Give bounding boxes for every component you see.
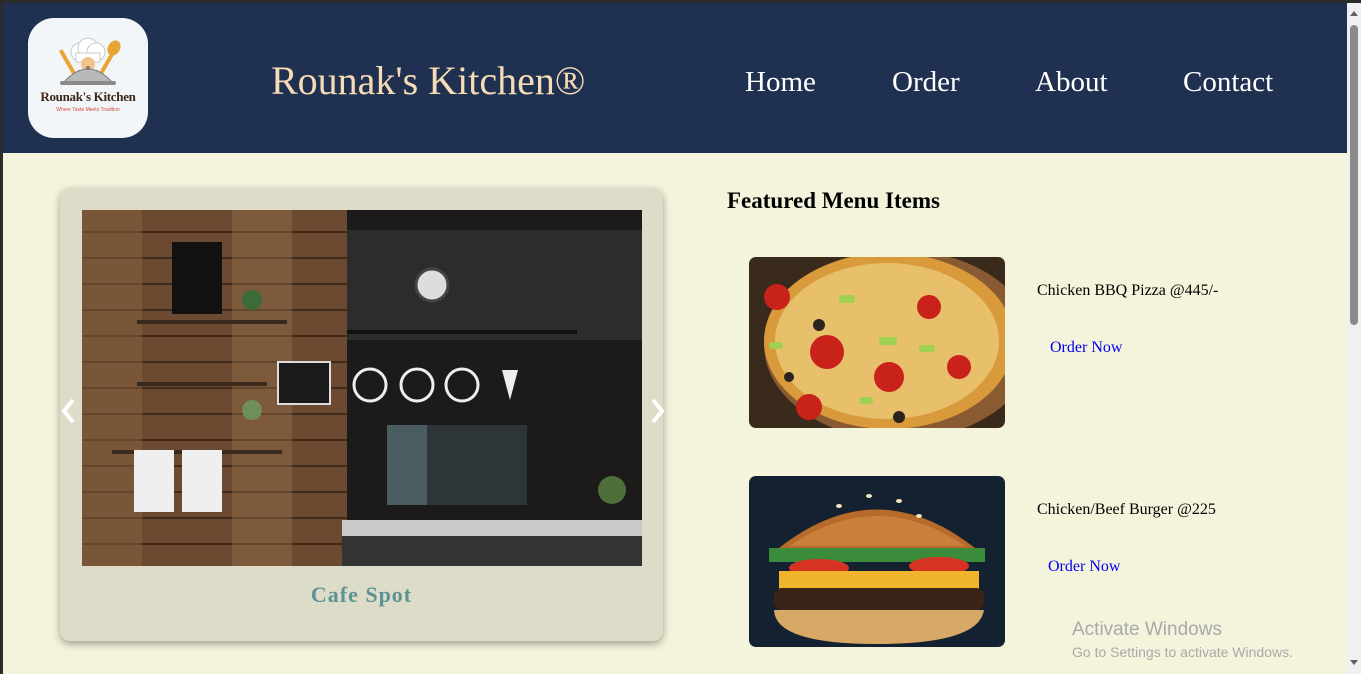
cafe-interior-photo [82,210,642,566]
menu-item-name: Chicken BBQ Pizza @445/- [1037,282,1219,299]
chevron-right-icon [651,398,665,424]
carousel-image [82,210,642,566]
pizza-image [749,257,1005,428]
scroll-down-arrow-icon[interactable] [1350,660,1358,665]
scroll-up-arrow-icon[interactable] [1350,11,1358,16]
nav-home[interactable]: Home [745,65,816,99]
site-logo[interactable]: Rounak's Kitchen Where Taste Meets Tradi… [28,18,148,138]
order-now-button[interactable]: Order Now [1048,558,1120,576]
chef-cloche-icon [59,37,121,85]
burger-image [749,476,1005,647]
nav-order[interactable]: Order [892,65,960,99]
order-now-button[interactable]: Order Now [1050,339,1122,357]
carousel-prev-button[interactable] [60,396,78,426]
carousel-card: Cafe Spot [60,188,666,641]
menu-item-name: Chicken/Beef Burger @225 [1037,501,1216,518]
site-header: Rounak's Kitchen Where Taste Meets Tradi… [3,3,1347,153]
carousel-caption: Cafe Spot [310,582,413,607]
logo-title: Rounak's Kitchen [40,89,136,104]
featured-section-title: Featured Menu Items [727,188,940,213]
browser-viewport: Rounak's Kitchen Where Taste Meets Tradi… [3,3,1347,674]
activate-windows-title: Activate Windows [1072,619,1222,640]
scrollbar-thumb[interactable] [1350,25,1358,325]
logo-tagline: Where Taste Meets Tradition [56,107,120,113]
carousel-next-button[interactable] [648,396,666,426]
nav-contact[interactable]: Contact [1183,65,1273,99]
activate-windows-subtitle: Go to Settings to activate Windows. [1072,644,1293,660]
nav-about[interactable]: About [1035,65,1108,99]
vertical-scrollbar[interactable] [1347,3,1361,674]
site-title: Rounak's Kitchen® [271,58,586,103]
chevron-left-icon [61,398,75,424]
